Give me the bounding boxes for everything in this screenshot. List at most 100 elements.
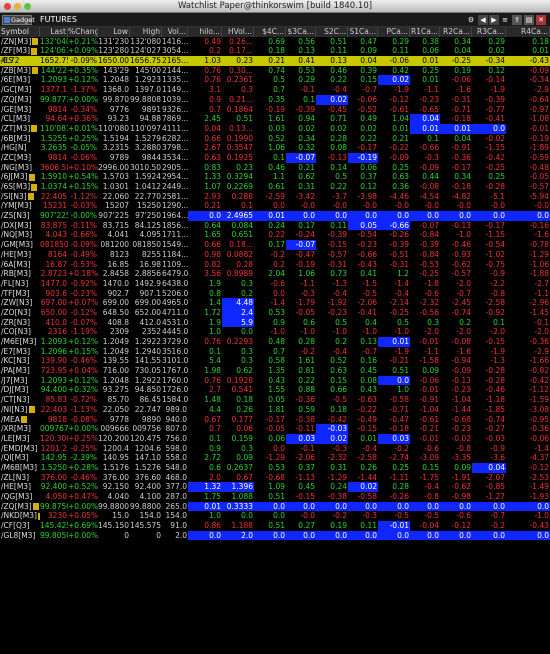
symbol-cell[interactable]: /DJ[M3] <box>0 385 40 395</box>
symbol-cell[interactable]: /ZN[M3] <box>0 37 40 47</box>
symbol-cell[interactable]: /6A[M3] <box>0 260 40 270</box>
close-icon[interactable]: ✕ <box>536 15 546 25</box>
gear-icon[interactable]: ⚙ <box>466 15 476 25</box>
symbol-cell[interactable]: /GM[M3] <box>0 240 40 250</box>
table-row[interactable]: /ZL[N3] 376.00 -0.46% 376.00 376.60 468.0 2.0 0… <box>0 473 550 483</box>
symbol-cell[interactable]: /ZL[N3] <box>0 473 40 483</box>
symbol-cell[interactable]: /GE[M3] <box>0 105 40 115</box>
column-header[interactable]: R4Ca... <box>506 27 550 37</box>
menu-icon[interactable]: ≡ <box>500 15 510 25</box>
table-row[interactable]: /CO[N3] 2316 -1.19% 2309 2352 4445.0 1.0 0.0 -1.… <box>0 327 550 337</box>
symbol-cell[interactable]: /E7[M3] <box>0 347 40 357</box>
symbol-cell[interactable]: /J7[M3] <box>0 376 40 386</box>
table-row[interactable]: /ZN[M3] 132'040 +0.21% 131'230 132'080 1416..… <box>0 37 550 47</box>
symbol-cell[interactable]: /CL[M3] <box>0 114 40 124</box>
column-header[interactable]: R1Ca... <box>410 27 440 37</box>
symbol-cell[interactable]: /ZQ[M3] <box>0 95 40 105</box>
table-row[interactable]: /SI[N3] 22.405 -1.12% 22.060 22.770 2581... 2.… <box>0 192 550 202</box>
symbol-cell[interactable]: /GC[M3] <box>0 85 40 95</box>
symbol-cell[interactable]: /ZR[N3] <box>0 318 40 328</box>
watchlist-name[interactable]: FUTURES <box>40 13 77 27</box>
symbol-cell[interactable]: /ZT[M3] <box>0 124 40 134</box>
symbol-cell[interactable]: /M6E[M3] <box>0 337 40 347</box>
alert-badge-icon[interactable] <box>28 406 35 414</box>
column-header[interactable]: $3Ca... <box>286 27 316 37</box>
table-row[interactable]: /LE[M3] 120.300 +0.25% 120.200 120.475 756.0 0… <box>0 433 550 444</box>
gadget-selector[interactable]: Gadget <box>2 15 35 25</box>
column-header[interactable]: S2C... <box>316 27 348 37</box>
symbol-cell[interactable]: /MEA <box>0 415 40 425</box>
column-header[interactable]: R2Ca... <box>440 27 472 37</box>
table-row[interactable]: /GE[M3] 9814 -0.34% 9776 9891 9326... 0.7 0.186… <box>0 105 550 115</box>
symbol-cell[interactable]: /ZS[N3] <box>0 211 40 221</box>
symbol-cell[interactable]: /EMD[M3] <box>0 444 40 454</box>
table-row[interactable]: /6J[M3] 1.5910 +0.54% 1.5703 1.5924 2954... 1.… <box>0 172 550 182</box>
symbol-cell[interactable]: /6B[M3] <box>0 134 40 144</box>
table-row[interactable]: /EMD[M3] 1201.2 -0.25% 1200.4 1204.6 598.0 0.9… <box>0 444 550 454</box>
table-row[interactable]: /QG[M3] 4.050 +0.47% 4.040 4.100 287.0 1.75 1.0… <box>0 492 550 502</box>
alert-badge-icon[interactable] <box>31 125 38 133</box>
symbol-cell[interactable]: /QG[M3] <box>0 492 40 502</box>
alert-badge-icon[interactable] <box>27 193 34 201</box>
table-row[interactable]: /TF[M3] 903.6 -0.23% 902.7 907.1 5206.0 0.8 0.2… <box>0 289 550 299</box>
symbol-cell[interactable]: /6J[M3] <box>0 172 40 182</box>
table-row[interactable]: /ZQ[M3] 99.8750 +0.00% 99.8800 99.8800 265.0 0… <box>0 501 550 512</box>
table-row[interactable]: /M6E[M3] 1.2093 +0.12% 1.2049 1.2922 3729.0 0.… <box>0 337 550 347</box>
column-header[interactable]: $4C... <box>254 27 286 37</box>
symbol-cell[interactable]: /FL[N3] <box>0 279 40 289</box>
symbol-cell[interactable]: /RB[M3] <box>0 269 40 279</box>
symbol-cell[interactable]: /CF[Q3] <box>0 521 40 531</box>
symbol-cell[interactable]: /NG[M3] <box>0 163 40 173</box>
alert-badge-icon[interactable] <box>31 183 38 191</box>
table-row[interactable]: /QI[M3] 142.95 -2.39% 140.95 147.10 558.0 2.72… <box>0 453 550 463</box>
symbol-cell[interactable]: /HE[M3] <box>0 482 40 492</box>
table-row[interactable]: /ZC[M3] 9814 -0.06% 9789 9844 3534... 0.63 0.19… <box>0 152 550 163</box>
table-row[interactable]: /ZB[M3] 144'22 +0.35% 143'29 145'00 2144... 0.… <box>0 66 550 76</box>
column-header[interactable]: hilo... <box>188 27 222 37</box>
table-row[interactable]: /CT[N3] 85.83 -0.72% 85.70 86.45 1584.0 1.48 0.… <box>0 395 550 405</box>
table-row[interactable]: /6E[M3] 1.2093 +0.12% 1.2048 1.2923 1335... 0.… <box>0 75 550 86</box>
table-row[interactable]: /FL[N3] 1477.0 -0.92% 1470.0 1492.9 6438.0 1.9… <box>0 279 550 289</box>
table-row[interactable]: /NI[N3] 22.403 -1.13% 22.050 22.747 989.0 4.4 0… <box>0 405 550 415</box>
column-header[interactable]: Last <box>40 27 68 37</box>
symbol-cell[interactable]: /HE[M3] <box>0 250 40 260</box>
table-row[interactable]: /ZQ[M3] 99.8771 +0.00% 99.870 99.8808 1039...… <box>0 94 550 105</box>
column-header[interactable]: PCa... <box>378 27 410 37</box>
table-row[interactable]: /GM[M3] 081850 -0.09% 081200 081850 1549... 0.… <box>0 240 550 250</box>
arrow-left-icon[interactable]: ◀ <box>478 15 488 25</box>
table-row[interactable]: /CL[M3] 94.64 +0.36% 93.23 94.88 7869... 2.45 0… <box>0 114 550 124</box>
column-header[interactable]: S1Ca... <box>348 27 378 37</box>
column-header[interactable]: Vol... <box>162 27 188 37</box>
table-row[interactable]: /ZR[N3] 410.0 -0.07% 408.8 412.0 4531.0 1.9 5.9… <box>0 317 550 328</box>
symbol-cell[interactable]: /HG[N] <box>0 143 40 153</box>
symbol-cell[interactable]: /M6B[M3] <box>0 463 40 473</box>
symbol-cell[interactable]: /6E[M3] <box>0 75 40 85</box>
alert-badge-icon[interactable] <box>28 173 35 181</box>
zoom-window-button[interactable] <box>24 3 31 10</box>
close-window-button[interactable] <box>4 3 11 10</box>
table-row[interactable]: /E7[M3] 1.2096 +0.15% 1.2049 1.2940 3516.0 0.1… <box>0 347 550 357</box>
column-header[interactable]: HVol... <box>222 27 254 37</box>
column-header[interactable]: Symbol <box>0 27 40 37</box>
table-row[interactable]: /MEA 9818 -0.08% 9778 9890 940.0 0.67 0.177 -0.1… <box>0 415 550 425</box>
symbol-cell[interactable]: /QI[M3] <box>0 453 40 463</box>
symbol-cell[interactable]: /SI[N3] <box>0 192 40 202</box>
table-row[interactable]: /HG[N] 3.2635 -0.05% 3.2315 3.2880 3798... 2.6… <box>0 143 550 153</box>
alert-badge-icon[interactable] <box>20 416 27 423</box>
table-row[interactable]: /PA[M3] 723.95 +0.04% 716.00 730.05 1767.0 1.9… <box>0 366 550 376</box>
table-row[interactable]: /KC[N3] 139.90 -0.46% 139.55 141.55 3101.0 5.4… <box>0 356 550 366</box>
table-row[interactable]: /M6B[M3] 1.5250 +0.28% 1.5176 1.5276 548.0 0.6… <box>0 462 550 473</box>
share-icon[interactable]: ⇪ <box>512 15 522 25</box>
symbol-cell[interactable]: /ZW[N3] <box>0 298 40 308</box>
symbol-cell[interactable]: /PA[M3] <box>0 366 40 376</box>
symbol-cell[interactable]: /ZF[M3] <box>0 46 40 56</box>
table-row[interactable]: /CF[Q3] 145.425 +0.69% 145.150 145.575 91.0 0.… <box>0 521 550 531</box>
column-header[interactable]: High <box>130 27 162 37</box>
symbol-cell[interactable]: /LE[M3] <box>0 434 40 444</box>
symbol-cell[interactable]: /NI[N3] <box>0 405 40 415</box>
table-row[interactable]: /6A[M3] 16.87 -0.53% 16.85 16.98 1109... 0.82 0… <box>0 260 550 270</box>
symbol-cell[interactable]: /ZQ[M3] <box>0 502 40 512</box>
alert-badge-icon[interactable] <box>31 67 38 75</box>
symbol-cell[interactable]: /NQ[M3] <box>0 230 40 240</box>
table-row[interactable]: /ZF[M3] 124'067 +0.09% 123'280 124'027 3054..… <box>0 46 550 56</box>
